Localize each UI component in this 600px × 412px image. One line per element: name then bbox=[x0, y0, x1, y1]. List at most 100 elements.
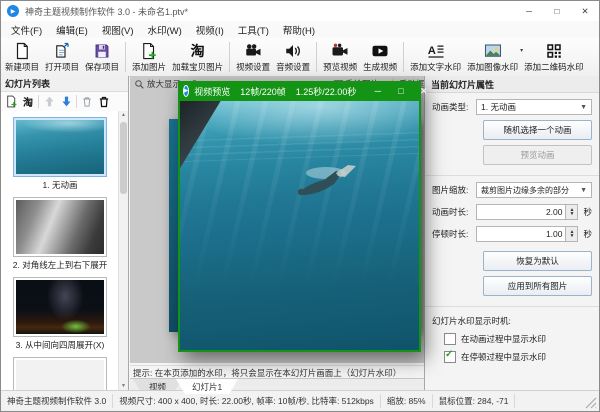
add-image-button[interactable]: 添加图片 bbox=[129, 39, 169, 76]
preview-animation-button[interactable]: 预览动画 bbox=[483, 145, 592, 165]
main-toolbar: 新建项目 打开项目 保存项目 添加图片 淘 加载宝贝图片 视频设置 音频设置 bbox=[1, 38, 599, 77]
menu-file[interactable]: 文件(F) bbox=[4, 23, 49, 37]
toolbar-separator bbox=[38, 95, 39, 108]
watermark-during-pause-option[interactable]: 在停顿过程中显示水印 bbox=[444, 351, 592, 363]
add-image-watermark-button[interactable]: ▾ 添加图像水印 bbox=[464, 39, 521, 76]
toolbar-label: 添加二维码水印 bbox=[524, 61, 584, 73]
divider bbox=[425, 175, 599, 176]
delete-all-button[interactable] bbox=[97, 95, 111, 109]
menu-watermark[interactable]: 水印(W) bbox=[140, 23, 188, 37]
slide-frame bbox=[13, 277, 107, 337]
add-slide-button[interactable] bbox=[4, 95, 18, 109]
menu-video[interactable]: 视频(I) bbox=[189, 23, 231, 37]
anim-duration-label: 动画时长: bbox=[432, 206, 476, 218]
preview-window-controls: ─ □ ✕ bbox=[366, 81, 435, 101]
menu-tools[interactable]: 工具(T) bbox=[231, 23, 276, 37]
spinner-arrows-icon[interactable]: ▲▼ bbox=[566, 204, 578, 220]
toolbar-label: 添加文字水印 bbox=[410, 61, 461, 73]
scrollbar-thumb[interactable] bbox=[120, 122, 127, 194]
video-settings-button[interactable]: 视频设置 bbox=[233, 39, 273, 76]
chevron-down-icon: ▼ bbox=[580, 187, 587, 194]
toolbar-label: 新建项目 bbox=[5, 61, 39, 73]
anim-duration-unit: 秒 bbox=[583, 206, 592, 218]
slide-item-4-partial[interactable] bbox=[5, 357, 115, 391]
random-animation-button[interactable]: 随机选择一个动画 bbox=[483, 120, 592, 140]
recycle-button[interactable] bbox=[80, 95, 94, 109]
taobao-icon[interactable]: 淘 bbox=[21, 95, 35, 109]
slide-item-3[interactable]: 3. 从中间向四周展开(X) bbox=[5, 277, 115, 351]
qrcode-watermark-icon bbox=[544, 42, 564, 60]
zoom-in-display-button[interactable]: 放大显示 bbox=[134, 78, 181, 90]
save-project-button[interactable]: 保存项目 bbox=[82, 39, 122, 76]
add-image-icon bbox=[139, 42, 159, 60]
toolbar-label: 打开项目 bbox=[45, 61, 79, 73]
window-title: 神奇主题视频制作软件 3.0 - 未命名1.ptv* bbox=[25, 5, 188, 18]
svg-text:A: A bbox=[427, 45, 435, 57]
anim-duration-spinner: 2.00 ▲▼ 秒 bbox=[476, 204, 592, 220]
status-video-info: 视频尺寸: 400 x 400, 时长: 22.00秒, 帧率: 10帧/秒, … bbox=[113, 394, 381, 408]
menu-view[interactable]: 视图(V) bbox=[95, 23, 141, 37]
restore-default-button[interactable]: 恢复为默认 bbox=[483, 251, 592, 271]
maximize-button[interactable]: □ bbox=[543, 1, 571, 21]
watermark-option-label: 在停顿过程中显示水印 bbox=[461, 351, 546, 363]
toolbar-label: 生成视频 bbox=[363, 61, 397, 73]
slide-thumbnail-night bbox=[16, 280, 104, 334]
watermark-timing-label: 幻灯片水印显示时机: bbox=[432, 315, 592, 327]
open-project-button[interactable]: 打开项目 bbox=[42, 39, 82, 76]
anim-type-value: 1. 无动画 bbox=[481, 101, 516, 113]
menu-help[interactable]: 帮助(H) bbox=[276, 23, 322, 37]
menubar: 文件(F) 编辑(E) 视图(V) 水印(W) 视频(I) 工具(T) 帮助(H… bbox=[1, 21, 599, 39]
image-scale-label: 图片缩放: bbox=[432, 184, 476, 196]
menu-edit[interactable]: 编辑(E) bbox=[49, 23, 95, 37]
pause-duration-input[interactable]: 1.00 bbox=[476, 226, 566, 242]
scroll-up-icon[interactable]: ▲ bbox=[119, 111, 128, 120]
apply-to-all-button[interactable]: 应用到所有图片 bbox=[483, 276, 592, 296]
new-project-button[interactable]: 新建项目 bbox=[2, 39, 42, 76]
preview-close-button[interactable]: ✕ bbox=[412, 81, 435, 101]
checkbox-icon[interactable] bbox=[444, 351, 456, 363]
anim-type-label: 动画类型: bbox=[432, 101, 476, 113]
pause-duration-label: 停顿时长: bbox=[432, 228, 476, 240]
preview-titlebar[interactable]: ▶ 视频预览 12帧/220帧 1.25秒/22.00秒 ─ □ ✕ bbox=[178, 81, 421, 101]
watermark-during-animation-option[interactable]: 在动画过程中显示水印 bbox=[444, 333, 592, 345]
preview-minimize-button[interactable]: ─ bbox=[366, 81, 389, 101]
zoom-in-label: 放大显示 bbox=[147, 78, 181, 90]
minimize-button[interactable]: ─ bbox=[515, 1, 543, 21]
preview-video-icon bbox=[330, 42, 350, 60]
video-preview-window: ▶ 视频预览 12帧/220帧 1.25秒/22.00秒 ─ □ ✕ bbox=[178, 81, 421, 352]
anim-duration-input[interactable]: 2.00 bbox=[476, 204, 566, 220]
slide-item-2[interactable]: 2. 对角线左上到右下展开 bbox=[5, 197, 115, 271]
slide-list-scrollbar[interactable]: ▲ ▼ bbox=[118, 111, 128, 391]
spinner-arrows-icon[interactable]: ▲▼ bbox=[566, 226, 578, 242]
slide-label: 3. 从中间向四周展开(X) bbox=[5, 339, 115, 351]
toolbar-separator bbox=[316, 42, 317, 72]
anim-type-select[interactable]: 1. 无动画 ▼ bbox=[476, 99, 592, 115]
slide-list: 1. 无动画 2. 对角线左上到右下展开 3. 从中间向四周展开(X) bbox=[1, 111, 119, 391]
load-taobao-images-button[interactable]: 淘 加载宝贝图片 bbox=[169, 39, 226, 76]
add-text-watermark-button[interactable]: A 添加文字水印 bbox=[407, 39, 464, 76]
add-qrcode-watermark-button[interactable]: 添加二维码水印 bbox=[521, 39, 587, 76]
slide-frame bbox=[13, 197, 107, 257]
resize-grip-icon[interactable] bbox=[585, 397, 597, 409]
toolbar-label: 音频设置 bbox=[276, 61, 310, 73]
tab-slide-1[interactable]: 幻灯片1 bbox=[176, 379, 238, 394]
image-scale-select[interactable]: 裁剪图片边缘多余的部分 ▼ bbox=[476, 182, 592, 198]
status-zoom: 缩放: 85% bbox=[381, 394, 433, 408]
app-logo-icon: ▶ bbox=[7, 5, 19, 17]
move-up-button[interactable] bbox=[42, 95, 56, 109]
checkbox-icon[interactable] bbox=[444, 333, 456, 345]
toolbar-label: 加载宝贝图片 bbox=[172, 61, 223, 73]
recycle-icon bbox=[81, 96, 93, 108]
properties-header: 当前幻灯片属性 bbox=[425, 76, 599, 93]
zoom-in-icon bbox=[134, 79, 145, 90]
preview-maximize-button[interactable]: □ bbox=[389, 81, 412, 101]
close-button[interactable]: ✕ bbox=[571, 1, 599, 21]
preview-video-button[interactable]: 预览视频 bbox=[320, 39, 360, 76]
move-down-button[interactable] bbox=[59, 95, 73, 109]
generate-video-button[interactable]: 生成视频 bbox=[360, 39, 400, 76]
audio-settings-button[interactable]: 音频设置 bbox=[273, 39, 313, 76]
titlebar: ▶ 神奇主题视频制作软件 3.0 - 未命名1.ptv* ─ □ ✕ bbox=[1, 1, 599, 22]
swimmer-silhouette bbox=[292, 161, 372, 203]
slide-item-1[interactable]: 1. 无动画 bbox=[5, 117, 115, 191]
chevron-down-icon: ▼ bbox=[580, 104, 587, 111]
